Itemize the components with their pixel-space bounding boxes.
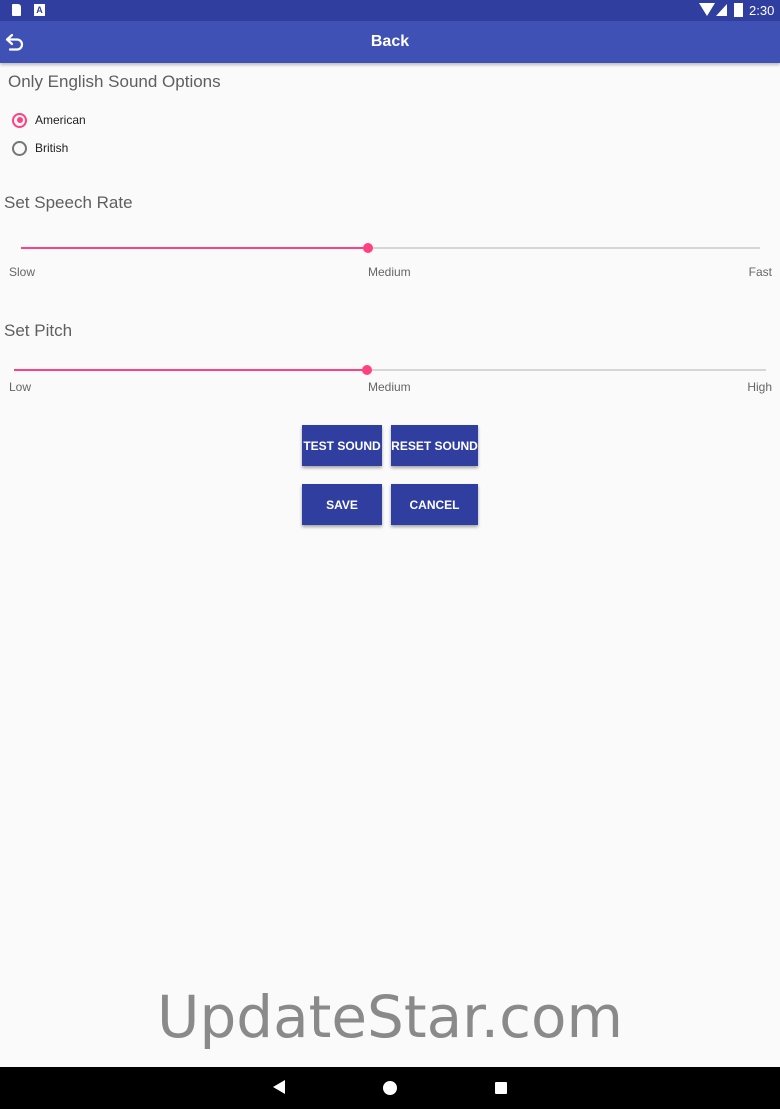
- status-bar: A 2:30: [0, 0, 780, 21]
- radio-label-british: British: [35, 141, 69, 155]
- pitch-fill: [14, 369, 368, 371]
- speech-rate-thumb[interactable]: [363, 243, 374, 253]
- speech-rate-slider[interactable]: [21, 238, 760, 258]
- speech-rate-title: Set Speech Rate: [4, 193, 133, 212]
- pitch-thumb[interactable]: [362, 365, 373, 375]
- radio-circle-british[interactable]: [12, 140, 27, 156]
- radio-american[interactable]: American: [12, 109, 86, 131]
- app-bar: Back: [0, 21, 780, 63]
- speech-rate-fill: [21, 247, 369, 249]
- battery-icon: [734, 3, 743, 17]
- wifi-icon: [699, 3, 715, 16]
- watermark-text: UpdateStar.com: [157, 983, 623, 1051]
- pitch-slider[interactable]: [14, 360, 766, 380]
- reset-sound-button[interactable]: RESET SOUND: [391, 425, 478, 466]
- nav-home-icon[interactable]: [383, 1081, 397, 1095]
- status-time: 2:30: [749, 3, 775, 18]
- notification-a-icon: A: [34, 4, 45, 16]
- nav-recents-icon[interactable]: [495, 1082, 507, 1094]
- pitch-mid-label: Medium: [368, 380, 411, 394]
- sd-card-icon: [12, 4, 21, 16]
- test-sound-button[interactable]: TEST SOUND: [302, 425, 382, 466]
- speech-rate-min-label: Slow: [9, 265, 36, 279]
- nav-back-icon[interactable]: [273, 1080, 285, 1094]
- sound-options-title: Only English Sound Options: [8, 72, 221, 91]
- pitch-min-label: Low: [9, 380, 32, 394]
- radio-british[interactable]: British: [12, 137, 68, 159]
- save-button[interactable]: SAVE: [302, 484, 382, 525]
- app-bar-title[interactable]: Back: [0, 21, 780, 63]
- speech-rate-max-label: Fast: [748, 265, 772, 279]
- navigation-bar: [0, 1067, 780, 1109]
- speech-rate-mid-label: Medium: [368, 265, 411, 279]
- pitch-max-label: High: [747, 380, 772, 394]
- radio-circle-american[interactable]: [12, 112, 27, 128]
- radio-label-american: American: [35, 113, 86, 127]
- cancel-button[interactable]: CANCEL: [391, 484, 478, 525]
- signal-icon: [716, 4, 727, 16]
- pitch-title: Set Pitch: [4, 321, 73, 340]
